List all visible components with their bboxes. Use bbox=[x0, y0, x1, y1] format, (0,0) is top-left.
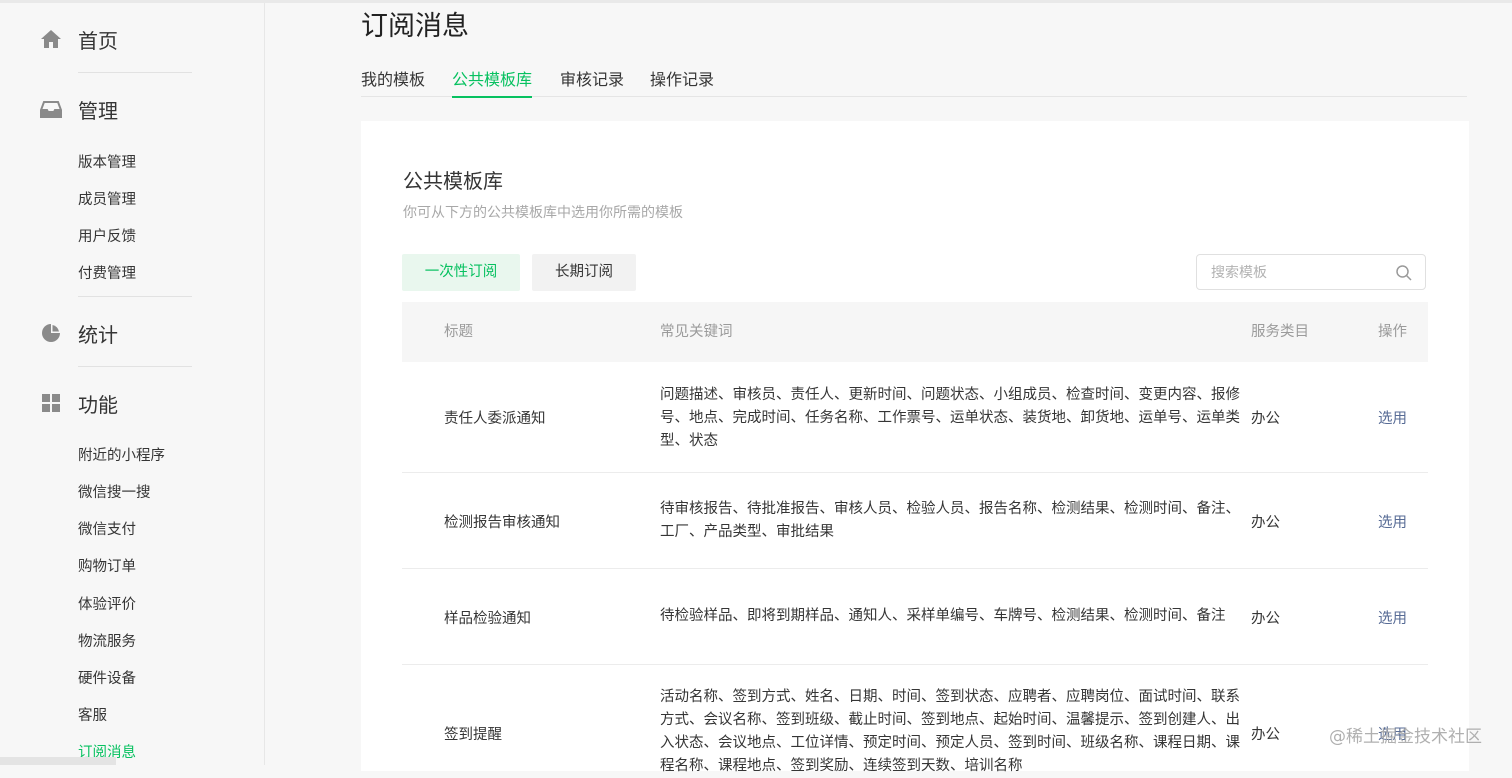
row-keywords: 待检验样品、即将到期样品、通知人、采样单编号、车牌号、检测结果、检测时间、备注 bbox=[660, 608, 1226, 624]
row-title: 签到提醒 bbox=[444, 727, 502, 743]
nav-home-label: 首页 bbox=[78, 28, 118, 53]
select-template-button[interactable]: 选用 bbox=[1378, 511, 1407, 532]
nav-features-label: 功能 bbox=[78, 392, 118, 417]
nav-features[interactable]: 功能 bbox=[40, 388, 118, 418]
row-title: 样品检验通知 bbox=[444, 611, 531, 627]
row-category: 办公 bbox=[1251, 611, 1280, 627]
column-header-title: 标题 bbox=[444, 324, 473, 340]
table-row: 签到提醒 活动名称、签到方式、姓名、日期、时间、签到状态、应聘者、应聘岗位、面试… bbox=[402, 665, 1428, 775]
template-library-panel: 公共模板库 你可从下方的公共模板库中选用你所需的模板 一次性订阅 长期订阅 标题… bbox=[361, 121, 1469, 774]
sidebar-item-nearby[interactable]: 附近的小程序 bbox=[78, 444, 165, 465]
sidebar-item-members[interactable]: 成员管理 bbox=[78, 188, 136, 209]
home-icon bbox=[40, 28, 62, 50]
row-title: 检测报告审核通知 bbox=[444, 515, 560, 531]
select-template-button[interactable]: 选用 bbox=[1378, 407, 1407, 428]
column-header-category: 服务类目 bbox=[1251, 324, 1309, 340]
table-row: 检测报告审核通知 待审核报告、待批准报告、审核人员、检验人员、报告名称、检测结果… bbox=[402, 473, 1428, 569]
row-title: 责任人委派通知 bbox=[444, 411, 546, 427]
sidebar-item-feedback[interactable]: 用户反馈 bbox=[78, 225, 136, 246]
nav-stats-label: 统计 bbox=[78, 322, 118, 347]
nav-home[interactable]: 首页 bbox=[40, 24, 118, 54]
sidebar-item-orders[interactable]: 购物订单 bbox=[78, 555, 136, 576]
search-box bbox=[1196, 254, 1426, 290]
tab-review-records[interactable]: 审核记录 bbox=[560, 66, 624, 96]
column-header-action: 操作 bbox=[1378, 324, 1407, 340]
nav-manage-label: 管理 bbox=[78, 98, 118, 123]
search-icon[interactable] bbox=[1395, 264, 1413, 282]
sidebar-item-payment[interactable]: 付费管理 bbox=[78, 262, 136, 283]
sidebar-item-search[interactable]: 微信搜一搜 bbox=[78, 481, 151, 502]
pie-chart-icon bbox=[40, 322, 62, 344]
row-category: 办公 bbox=[1251, 727, 1280, 743]
segment-long-term-button[interactable]: 长期订阅 bbox=[532, 254, 636, 291]
tab-operation-records[interactable]: 操作记录 bbox=[650, 66, 714, 96]
column-header-keywords: 常见关键词 bbox=[660, 324, 733, 340]
row-keywords: 活动名称、签到方式、姓名、日期、时间、签到状态、应聘者、应聘岗位、面试时间、联系… bbox=[660, 689, 1240, 774]
row-category: 办公 bbox=[1251, 515, 1280, 531]
tab-my-templates[interactable]: 我的模板 bbox=[361, 66, 425, 96]
horizontal-scrollbar[interactable] bbox=[0, 757, 116, 765]
divider bbox=[78, 72, 192, 73]
row-keywords: 待审核报告、待批准报告、审核人员、检验人员、报告名称、检测结果、检测时间、备注、… bbox=[660, 501, 1240, 540]
sidebar-item-hardware[interactable]: 硬件设备 bbox=[78, 667, 136, 688]
grid-icon bbox=[40, 392, 62, 414]
sidebar: 首页 管理 版本管理 成员管理 用户反馈 付费管理 统计 功能 附近的小程序 微… bbox=[0, 3, 265, 765]
sidebar-item-wechat-pay[interactable]: 微信支付 bbox=[78, 518, 136, 539]
tab-public-library[interactable]: 公共模板库 bbox=[452, 66, 533, 98]
sidebar-item-service[interactable]: 客服 bbox=[78, 704, 107, 725]
row-keywords: 问题描述、审核员、责任人、更新时间、问题状态、小组成员、检查时间、变更内容、报修… bbox=[660, 387, 1240, 449]
select-template-button[interactable]: 选用 bbox=[1378, 607, 1407, 628]
panel-title: 公共模板库 bbox=[403, 169, 503, 193]
table-header: 标题 常见关键词 服务类目 操作 bbox=[402, 302, 1428, 362]
panel-description: 你可从下方的公共模板库中选用你所需的模板 bbox=[403, 205, 683, 221]
tab-bar: 我的模板 公共模板库 审核记录 操作记录 bbox=[361, 66, 1467, 98]
nav-manage[interactable]: 管理 bbox=[40, 94, 118, 124]
row-category: 办公 bbox=[1251, 411, 1280, 427]
divider bbox=[78, 366, 192, 367]
sidebar-item-logistics[interactable]: 物流服务 bbox=[78, 630, 136, 651]
inbox-icon bbox=[40, 98, 62, 120]
divider bbox=[78, 296, 192, 297]
table-row: 样品检验通知 待检验样品、即将到期样品、通知人、采样单编号、车牌号、检测结果、检… bbox=[402, 569, 1428, 665]
table-row: 责任人委派通知 问题描述、审核员、责任人、更新时间、问题状态、小组成员、检查时间… bbox=[402, 362, 1428, 473]
segment-one-time-button[interactable]: 一次性订阅 bbox=[402, 254, 520, 291]
search-input[interactable] bbox=[1209, 261, 1383, 285]
watermark: @稀土掘金技术社区 bbox=[1329, 727, 1482, 747]
sidebar-item-reviews[interactable]: 体验评价 bbox=[78, 593, 136, 614]
page-title: 订阅消息 bbox=[361, 11, 469, 42]
nav-stats[interactable]: 统计 bbox=[40, 318, 118, 348]
sidebar-item-version[interactable]: 版本管理 bbox=[78, 151, 136, 172]
